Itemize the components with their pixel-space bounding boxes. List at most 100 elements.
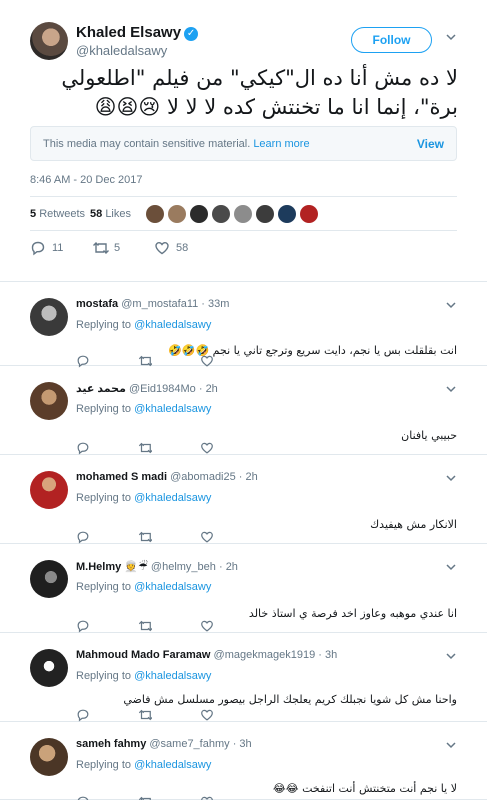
reply-tweet: محمد عيد @Eid1984Mo · 2h Replying to @kha… — [0, 366, 487, 455]
reply-button[interactable] — [76, 795, 90, 800]
avatar[interactable] — [300, 205, 318, 223]
avatar[interactable] — [30, 560, 68, 598]
replying-to-label: Replying to — [76, 759, 132, 771]
chevron-down-icon[interactable] — [444, 738, 458, 752]
reply-meta: @helmy_beh · 2h — [148, 561, 238, 573]
reply-author-handle[interactable]: @helmy_beh — [151, 561, 216, 573]
avatar[interactable] — [30, 471, 68, 509]
reply-meta: @abomadi25 · 2h — [167, 471, 258, 483]
heart-icon — [201, 442, 213, 454]
avatar[interactable] — [212, 205, 230, 223]
tweet-stats: 5 Retweets 58 Likes — [30, 196, 457, 231]
like-button[interactable] — [200, 795, 214, 800]
replying-to-mention[interactable]: @khaledalsawy — [134, 670, 211, 682]
avatar[interactable] — [234, 205, 252, 223]
replying-to: Replying to @khaledalsawy — [76, 581, 211, 593]
reply-author-handle[interactable]: @m_mostafa11 — [121, 298, 198, 310]
retweet-count: 5 — [114, 242, 121, 254]
author-name-row[interactable]: Khaled Elsawy ✓ — [76, 24, 199, 41]
reply-meta: @same7_fahmy · 3h — [146, 738, 251, 750]
tweet-actions: 11 5 58 — [30, 238, 230, 258]
reply-header: Mahmoud Mado Faramaw @magekmagek1919 · 3… — [76, 649, 337, 661]
author-handle[interactable]: @khaledalsawy — [76, 43, 167, 58]
avatar[interactable] — [168, 205, 186, 223]
chevron-down-icon[interactable] — [444, 298, 458, 312]
verified-badge-icon: ✓ — [184, 27, 199, 41]
avatar[interactable] — [278, 205, 296, 223]
replying-to: Replying to @khaledalsawy — [76, 319, 211, 331]
reply-header: mohamed S madi @abomadi25 · 2h — [76, 471, 258, 483]
tweet-timestamp[interactable]: 8:46 AM - 20 Dec 2017 — [30, 174, 143, 186]
replying-to: Replying to @khaledalsawy — [76, 403, 211, 415]
reply-time[interactable]: 2h — [246, 471, 258, 483]
reply-icon — [77, 796, 89, 800]
chevron-down-icon[interactable] — [444, 560, 458, 574]
chevron-down-icon[interactable] — [444, 471, 458, 485]
reply-author-handle[interactable]: @magekmagek1919 — [214, 649, 316, 661]
reply-header: M.Helmy 👳☔ @helmy_beh · 2h — [76, 560, 238, 573]
replying-to-mention[interactable]: @khaledalsawy — [134, 581, 211, 593]
replying-to-mention[interactable]: @khaledalsawy — [134, 492, 211, 504]
reply-header: mostafa @m_mostafa11 · 33m — [76, 298, 229, 310]
separator-dot: · — [315, 649, 325, 661]
reply-author-handle[interactable]: @abomadi25 — [170, 471, 236, 483]
avatar[interactable] — [190, 205, 208, 223]
replying-to-label: Replying to — [76, 670, 132, 682]
retweet-icon — [93, 242, 109, 254]
separator-dot: · — [198, 298, 209, 310]
retweet-icon — [138, 442, 153, 454]
retweets-stat[interactable]: 5 Retweets — [30, 208, 85, 220]
likes-stat[interactable]: 58 Likes — [90, 208, 131, 220]
reply-author-name[interactable]: Mahmoud Mado Faramaw — [76, 649, 210, 661]
reply-time[interactable]: 3h — [325, 649, 337, 661]
reply-time[interactable]: 3h — [239, 738, 251, 750]
avatar[interactable] — [146, 205, 164, 223]
avatar[interactable] — [30, 298, 68, 336]
reply-text: واحنا مش كل شويا نجبلك كريم يعلجك الراجل… — [123, 693, 457, 706]
retweet-button[interactable] — [138, 795, 152, 800]
reply-author-name[interactable]: sameh fahmy — [76, 738, 146, 750]
reply-time[interactable]: 2h — [226, 561, 238, 573]
retweet-icon — [138, 531, 153, 543]
reply-author-name[interactable]: محمد عيد — [76, 383, 126, 395]
reply-text: لا يا نجم أنت متخنتش أنت اتنفخت 😂😂 — [272, 782, 457, 795]
avatar[interactable] — [30, 738, 68, 776]
chevron-down-icon[interactable] — [444, 649, 458, 663]
retweets-label: Retweets — [39, 208, 86, 220]
follow-button[interactable]: Follow — [351, 27, 432, 53]
reply-time[interactable]: 2h — [206, 383, 218, 395]
reply-icon — [77, 442, 89, 455]
author-name[interactable]: Khaled Elsawy — [76, 24, 181, 41]
reply-author-handle[interactable]: @Eid1984Mo — [129, 383, 196, 395]
retweet-icon — [138, 620, 153, 632]
reply-author-name[interactable]: mohamed S madi — [76, 471, 167, 483]
reply-tweet: M.Helmy 👳☔ @helmy_beh · 2h Replying to @k… — [0, 544, 487, 633]
reply-author-name[interactable]: mostafa — [76, 298, 118, 310]
separator-dot: · — [235, 471, 246, 483]
reply-icon — [77, 531, 89, 544]
reply-meta: @magekmagek1919 · 3h — [210, 649, 338, 661]
reply-tweet: mohamed S madi @abomadi25 · 2h Replying t… — [0, 455, 487, 544]
separator-dot: · — [195, 383, 206, 395]
learn-more-link[interactable]: Learn more — [253, 138, 309, 150]
reply-author-handle[interactable]: @same7_fahmy — [149, 738, 229, 750]
replying-to-mention[interactable]: @khaledalsawy — [134, 319, 211, 331]
like-count: 58 — [176, 242, 189, 254]
replying-to: Replying to @khaledalsawy — [76, 670, 211, 682]
replying-to-label: Replying to — [76, 403, 132, 415]
reply-tweet: sameh fahmy @same7_fahmy · 3h Replying to… — [0, 722, 487, 800]
replying-to-mention[interactable]: @khaledalsawy — [134, 403, 211, 415]
replying-to: Replying to @khaledalsawy — [76, 759, 211, 771]
chevron-down-icon[interactable] — [444, 382, 458, 396]
reply-author-name[interactable]: M.Helmy 👳☔ — [76, 561, 148, 573]
reply-meta: @Eid1984Mo · 2h — [126, 383, 218, 395]
chevron-down-icon[interactable] — [444, 30, 458, 44]
avatar[interactable] — [30, 649, 68, 687]
avatar[interactable] — [30, 382, 68, 420]
replying-to-mention[interactable]: @khaledalsawy — [134, 759, 211, 771]
replying-to-label: Replying to — [76, 581, 132, 593]
view-media-button[interactable]: View — [417, 137, 444, 151]
avatar[interactable] — [256, 205, 274, 223]
reply-time[interactable]: 33m — [208, 298, 229, 310]
author-avatar[interactable] — [30, 22, 68, 60]
